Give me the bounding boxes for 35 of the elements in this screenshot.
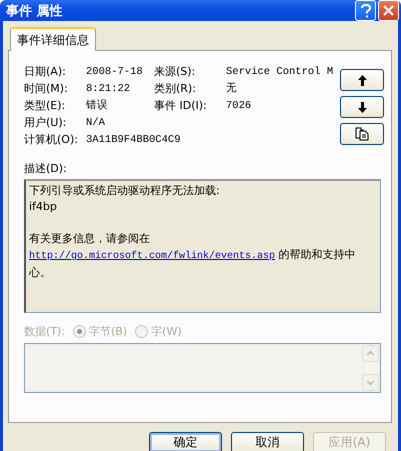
window-title: 事件 属性 xyxy=(6,2,64,20)
field-value: 错误 xyxy=(86,99,109,113)
field-value: 2008-7-18 xyxy=(86,65,144,79)
tab[interactable]: 事件详细信息 xyxy=(10,27,96,51)
field-value: 8:21:22 xyxy=(86,82,132,96)
field-label: 来源(S): xyxy=(154,65,196,79)
next-button[interactable] xyxy=(340,96,384,118)
field-label: 计算机(O): xyxy=(24,133,79,147)
description-text: 下列引导或系统启动驱动程序无法加载: if4bp xyxy=(29,183,221,215)
up-arrow-icon xyxy=(358,74,366,86)
close-button[interactable] xyxy=(378,0,399,21)
field-label: 事件 ID(I): xyxy=(154,99,208,113)
copy-icon xyxy=(355,127,369,141)
help-icon xyxy=(360,4,370,18)
field-label: 类型(E): xyxy=(24,99,66,113)
field-value: Service Control M xyxy=(226,65,334,79)
down-arrow-icon xyxy=(358,102,366,112)
field-value: 3A11B9F4BB0C4C9 xyxy=(86,133,182,147)
field-value: 7026 xyxy=(226,99,252,113)
copy-button[interactable] xyxy=(340,123,384,145)
field-label: 用户(U): xyxy=(24,116,68,130)
previous-button[interactable] xyxy=(340,69,384,91)
field-label: 时间(M): xyxy=(24,82,69,96)
dialog-button[interactable]: 取消 xyxy=(231,432,304,451)
field-value: 无 xyxy=(226,82,238,96)
field-label: 类别(R): xyxy=(154,82,197,96)
description-text: 有关更多信息，请参阅在 http://go.microsoft.com/fwlink/events.asp 的帮助和支持中 心。 xyxy=(29,231,357,281)
field-label: 日期(A): xyxy=(24,65,67,79)
data-label: 数据(T): xyxy=(24,324,66,339)
dialog-button[interactable]: 确定 xyxy=(149,432,222,451)
help-link[interactable]: http://go.microsoft.com/fwlink/events.asp xyxy=(29,251,276,262)
field-value: N/A xyxy=(86,116,106,130)
description-label: 描述(D): xyxy=(24,161,68,176)
close-icon xyxy=(383,5,394,16)
help-button[interactable] xyxy=(355,0,376,21)
